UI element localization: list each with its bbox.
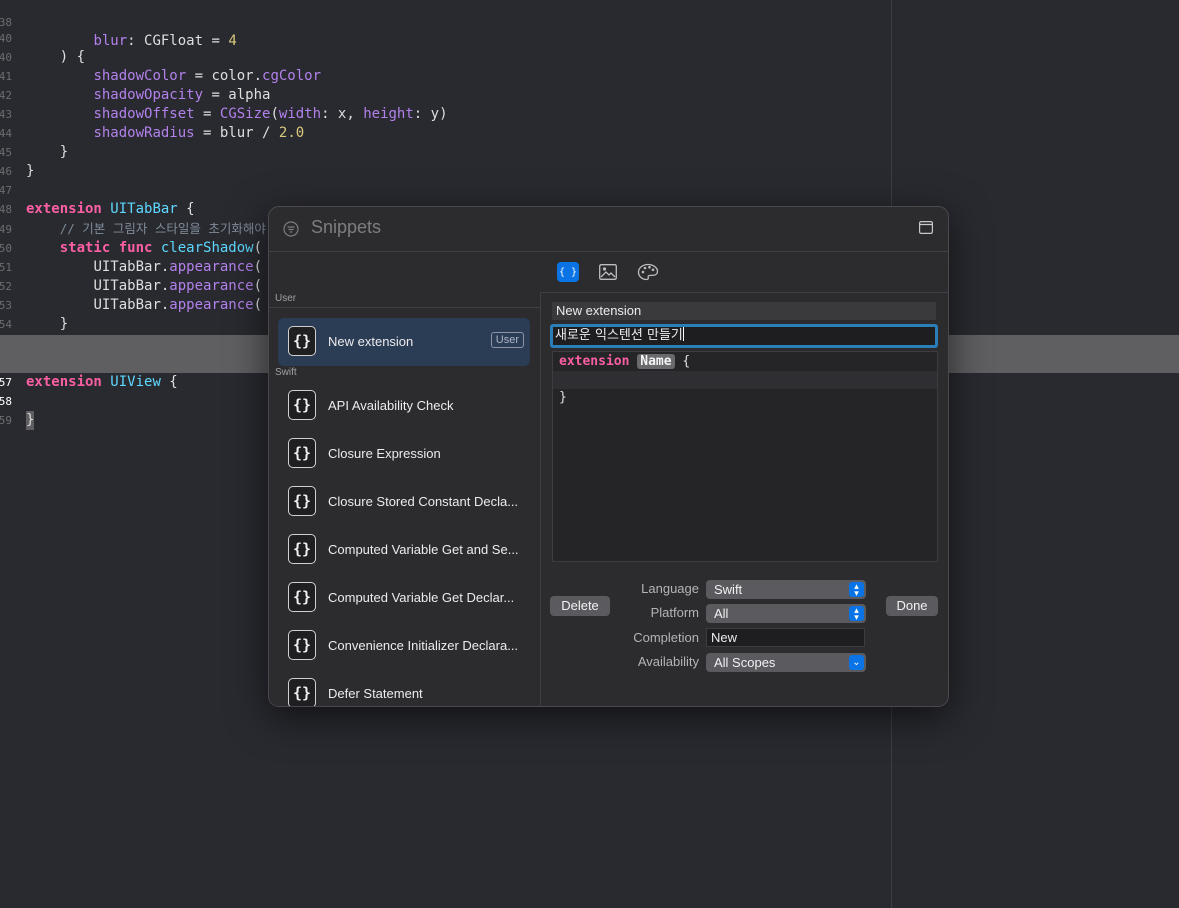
snippet-braces-icon: {}	[288, 326, 316, 356]
code-line[interactable]: 40 ) {	[0, 10, 1179, 65]
chevron-down-icon: ⌄	[849, 655, 864, 670]
section-header-swift: Swift	[275, 367, 297, 378]
language-select[interactable]: Swift ▴ ▾	[706, 580, 866, 599]
code-line[interactable]: 48 // 기본 그림자 스타일을 초기화해야 커스텀 스타일을 적용할 수 있…	[0, 181, 1179, 236]
divider	[269, 307, 540, 308]
filter-icon[interactable]	[283, 221, 299, 237]
code-line[interactable]: 44 }	[0, 105, 1179, 160]
completion-field[interactable]: New	[706, 628, 865, 647]
snippet-braces-icon: {}	[288, 390, 316, 420]
code-line[interactable]: 43 shadowRadius = blur / 2.0	[0, 86, 1179, 141]
code-line[interactable]: 41 shadowOpacity = alpha	[0, 48, 1179, 103]
code-line[interactable]: 47 extension UITabBar {	[0, 162, 1179, 217]
snippet-summary-field[interactable]: 새로운 익스텐션 만들기	[550, 324, 938, 348]
snippet-braces-icon: {}	[288, 678, 316, 706]
snippet-label: Closure Expression	[328, 446, 441, 461]
updown-chevron-icon: ▴ ▾	[849, 605, 864, 621]
snippet-label: New extension	[328, 334, 414, 349]
snippet-code-line: }	[559, 390, 567, 405]
platform-select[interactable]: All ▴ ▾	[706, 604, 866, 623]
line-number: 59	[0, 414, 12, 427]
snippet-item[interactable]: {} Closure Stored Constant Decla...	[278, 478, 530, 526]
snippet-braces-icon: {}	[288, 486, 316, 516]
snippet-braces-icon: {}	[288, 582, 316, 612]
tab-media[interactable]	[597, 262, 619, 282]
snippet-item[interactable]: {} Defer Statement	[278, 670, 530, 706]
placeholder-token[interactable]: Name	[637, 354, 675, 369]
snippet-list[interactable]: User {} New extension User Swift {} API …	[269, 292, 541, 706]
snippet-code-editor[interactable]: extension Name { }	[552, 351, 938, 562]
snippet-item[interactable]: {} Convenience Initializer Declara...	[278, 622, 530, 670]
snippet-item[interactable]: {} Computed Variable Get and Se...	[278, 526, 530, 574]
done-button[interactable]: Done	[886, 596, 938, 616]
snippet-title-field[interactable]: New extension	[552, 302, 936, 320]
window-toggle-icon[interactable]	[919, 221, 933, 234]
language-label: Language	[641, 581, 699, 596]
delete-button[interactable]: Delete	[550, 596, 610, 616]
snippet-detail: New extension 새로운 익스텐션 만들기 extension Nam…	[541, 292, 948, 706]
snippet-label: Closure Stored Constant Decla...	[328, 494, 519, 509]
tab-colors[interactable]	[637, 262, 659, 282]
updown-chevron-icon: ▴ ▾	[849, 581, 864, 597]
snippet-label: Defer Statement	[328, 686, 423, 701]
snippet-item[interactable]: {} Closure Expression	[278, 430, 530, 478]
snippets-library-popup: Snippets { } User {} New extension User …	[268, 206, 949, 707]
code-line[interactable]: 40 shadowColor = color.cgColor	[0, 29, 1179, 84]
current-line-highlight	[553, 371, 937, 389]
availability-label: Availability	[637, 654, 699, 669]
snippet-code-line: extension Name {	[559, 354, 691, 369]
braces-icon: { }	[558, 266, 578, 278]
code-line[interactable]: 46	[0, 143, 1179, 178]
snippet-label: Convenience Initializer Declara...	[328, 638, 519, 653]
palette-icon	[637, 263, 659, 281]
user-badge: User	[490, 332, 524, 348]
code-line[interactable]: 42 shadowOffset = CGSize(width: x, heigh…	[0, 67, 1179, 122]
snippet-braces-icon: {}	[288, 630, 316, 660]
availability-select[interactable]: All Scopes ⌄	[706, 653, 866, 672]
snippet-item-new-extension[interactable]: {} New extension User	[278, 318, 530, 366]
snippet-label: API Availability Check	[328, 398, 454, 413]
snippet-item[interactable]: {} API Availability Check	[278, 382, 530, 430]
section-header-user: User	[275, 293, 297, 304]
tab-snippets[interactable]: { }	[557, 262, 579, 282]
snippet-braces-icon: {}	[288, 438, 316, 468]
search-input[interactable]: Snippets	[311, 217, 381, 238]
summary-text: 새로운 익스텐션 만들기	[555, 328, 683, 343]
text-cursor	[682, 327, 684, 341]
image-icon	[599, 264, 617, 280]
popup-header: Snippets	[269, 207, 948, 251]
snippet-label: Computed Variable Get and Se...	[328, 542, 519, 557]
completion-label: Completion	[633, 630, 699, 645]
snippet-braces-icon: {}	[288, 534, 316, 564]
library-tabs: { }	[269, 251, 948, 293]
code-line[interactable]: 45 }	[0, 124, 1179, 179]
snippet-label: Computed Variable Get Declar...	[328, 590, 515, 605]
snippet-item[interactable]: {} Computed Variable Get Declar...	[278, 574, 530, 622]
